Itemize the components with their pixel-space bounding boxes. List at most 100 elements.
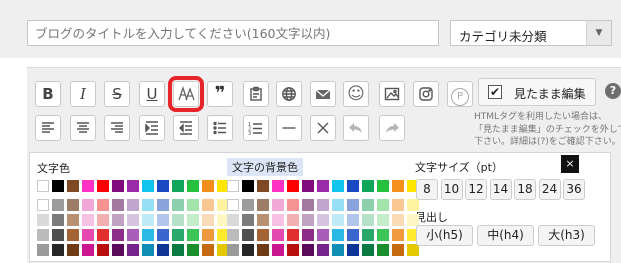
underline-button[interactable]: U (139, 81, 165, 107)
bg-color-swatch[interactable] (392, 180, 404, 192)
bg-color-swatch[interactable] (392, 244, 404, 256)
text-color-swatch[interactable] (112, 244, 124, 256)
pinterest-button[interactable]: P (447, 81, 473, 107)
bg-color-swatch[interactable] (242, 229, 254, 241)
text-color-swatch[interactable] (172, 180, 184, 192)
text-color-swatch[interactable] (52, 229, 64, 241)
bg-color-swatch[interactable] (302, 199, 314, 211)
font-size-button[interactable]: 36 (563, 179, 585, 200)
italic-button[interactable]: I (70, 81, 96, 107)
text-color-swatch[interactable] (127, 229, 139, 241)
text-color-swatch[interactable] (37, 199, 49, 211)
bg-color-swatch[interactable] (242, 180, 254, 192)
text-color-swatch[interactable] (82, 229, 94, 241)
bg-color-swatch[interactable] (227, 199, 239, 211)
align-center-button[interactable] (70, 115, 96, 141)
text-color-swatch[interactable] (172, 244, 184, 256)
undo-button[interactable] (343, 115, 369, 141)
text-color-swatch[interactable] (187, 199, 199, 211)
text-color-swatch[interactable] (37, 244, 49, 256)
text-color-swatch[interactable] (97, 229, 109, 241)
outdent-button[interactable] (173, 115, 199, 141)
horizontal-rule-button[interactable] (276, 115, 302, 141)
font-size-button[interactable]: 24 (538, 179, 561, 200)
text-color-swatch[interactable] (67, 229, 79, 241)
instagram-button[interactable] (413, 81, 439, 107)
bg-color-swatch[interactable] (332, 214, 344, 226)
bg-color-swatch[interactable] (302, 180, 314, 192)
text-color-swatch[interactable] (157, 244, 169, 256)
text-color-swatch[interactable] (82, 199, 94, 211)
text-color-swatch[interactable] (142, 229, 154, 241)
bg-color-swatch[interactable] (242, 199, 254, 211)
bg-color-swatch[interactable] (362, 244, 374, 256)
text-color-swatch[interactable] (202, 180, 214, 192)
text-color-swatch[interactable] (202, 229, 214, 241)
heading-button[interactable]: 大(h3) (538, 225, 595, 246)
bg-color-swatch[interactable] (257, 214, 269, 226)
emoji-button[interactable]: ☺ (343, 81, 369, 107)
text-color-swatch[interactable] (52, 214, 64, 226)
text-color-swatch[interactable] (37, 229, 49, 241)
bg-color-swatch[interactable] (287, 199, 299, 211)
bg-color-swatch[interactable] (272, 199, 284, 211)
text-color-swatch[interactable] (52, 244, 64, 256)
remove-format-button[interactable] (310, 115, 336, 141)
bg-color-swatch[interactable] (287, 214, 299, 226)
bg-color-swatch[interactable] (302, 214, 314, 226)
strikethrough-button[interactable]: S (104, 81, 130, 107)
text-color-swatch[interactable] (157, 229, 169, 241)
text-color-swatch[interactable] (37, 180, 49, 192)
bg-color-swatch[interactable] (242, 214, 254, 226)
text-color-swatch[interactable] (202, 244, 214, 256)
bg-color-swatch[interactable] (392, 199, 404, 211)
text-color-swatch[interactable] (202, 199, 214, 211)
bg-color-swatch[interactable] (392, 214, 404, 226)
bg-color-swatch[interactable] (392, 229, 404, 241)
bg-color-swatch[interactable] (227, 214, 239, 226)
heading-button[interactable]: 小(h5) (416, 225, 473, 246)
font-color-button[interactable] (168, 76, 204, 112)
text-color-swatch[interactable] (97, 214, 109, 226)
bg-color-swatch[interactable] (332, 244, 344, 256)
bg-color-swatch[interactable] (332, 180, 344, 192)
text-color-swatch[interactable] (142, 214, 154, 226)
bullet-list-button[interactable] (207, 115, 233, 141)
text-color-swatch[interactable] (52, 180, 64, 192)
text-color-swatch[interactable] (82, 214, 94, 226)
bg-color-swatch[interactable] (257, 244, 269, 256)
text-color-swatch[interactable] (172, 229, 184, 241)
heading-button[interactable]: 中(h4) (477, 225, 534, 246)
text-color-swatch[interactable] (127, 244, 139, 256)
align-right-button[interactable] (104, 115, 130, 141)
category-select[interactable]: カテゴリ未分類 ▼ (450, 20, 612, 46)
numbered-list-button[interactable]: 123 (243, 115, 269, 141)
text-color-swatch[interactable] (112, 199, 124, 211)
font-size-button[interactable]: 18 (514, 179, 536, 200)
text-color-swatch[interactable] (97, 199, 109, 211)
bg-color-swatch[interactable] (362, 214, 374, 226)
text-color-swatch[interactable] (172, 214, 184, 226)
font-size-button[interactable]: 14 (489, 179, 512, 200)
bold-button[interactable]: B (35, 81, 61, 107)
font-size-button[interactable]: 8 (416, 179, 438, 200)
text-color-swatch[interactable] (142, 244, 154, 256)
wysiwyg-toggle[interactable]: ✔ 見たまま編集 (478, 78, 596, 106)
text-color-swatch[interactable] (142, 199, 154, 211)
text-color-swatch[interactable] (187, 244, 199, 256)
bg-color-swatch[interactable] (287, 229, 299, 241)
bg-color-swatch[interactable] (407, 199, 419, 211)
text-color-swatch[interactable] (82, 180, 94, 192)
bg-color-swatch[interactable] (287, 180, 299, 192)
text-color-swatch[interactable] (127, 214, 139, 226)
text-color-swatch[interactable] (172, 199, 184, 211)
bg-color-swatch[interactable] (362, 199, 374, 211)
text-color-swatch[interactable] (187, 180, 199, 192)
text-color-swatch[interactable] (142, 180, 154, 192)
text-color-swatch[interactable] (97, 244, 109, 256)
bg-color-swatch[interactable] (272, 180, 284, 192)
bg-color-swatch[interactable] (377, 214, 389, 226)
bg-color-swatch[interactable] (257, 199, 269, 211)
align-left-button[interactable] (35, 115, 61, 141)
mail-button[interactable] (310, 81, 336, 107)
